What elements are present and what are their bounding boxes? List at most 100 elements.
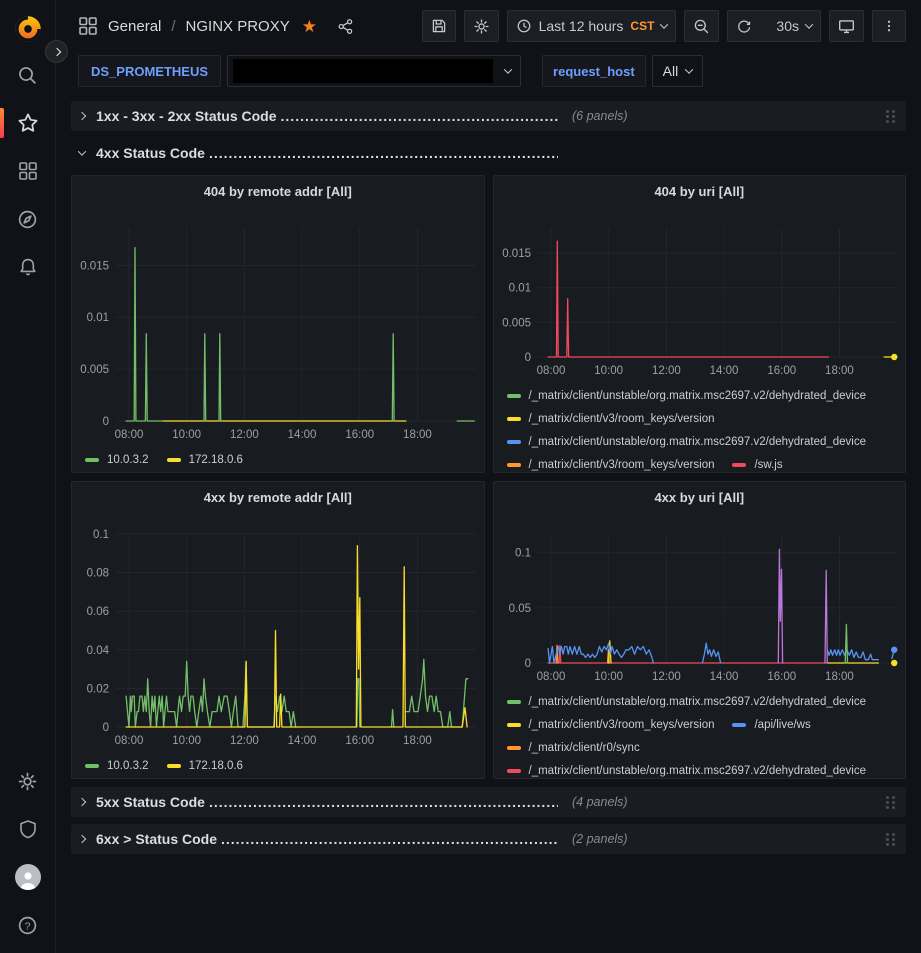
legend-item[interactable]: /_matrix/client/unstable/org.matrix.msc2… — [507, 690, 867, 713]
save-dashboard-button[interactable] — [422, 10, 456, 42]
variable-label-request-host: request_host — [542, 55, 646, 87]
row-panel-count: (6 panels) — [572, 109, 628, 123]
legend-item[interactable]: /_matrix/client/unstable/org.matrix.msc2… — [507, 759, 867, 779]
svg-text:08:00: 08:00 — [115, 735, 144, 747]
row-drag-handle[interactable] — [884, 108, 898, 125]
favorite-star-icon[interactable]: ★ — [302, 18, 317, 35]
legend-color-swatch — [732, 463, 746, 467]
legend-item[interactable]: 10.0.3.2 — [85, 754, 149, 777]
sidebar-item-starred[interactable] — [4, 99, 52, 147]
legend-item[interactable]: 10.0.3.2 — [85, 448, 149, 471]
svg-text:0: 0 — [103, 416, 109, 428]
svg-text:0.1: 0.1 — [515, 548, 531, 560]
row-5xx-status-code[interactable]: 5xx Status Code ........................… — [71, 787, 906, 817]
row-drag-handle[interactable] — [884, 794, 898, 811]
sidebar-item-configuration[interactable] — [4, 757, 52, 805]
refresh-icon — [736, 18, 752, 34]
variable-value-text: All — [663, 63, 679, 79]
row-panel-count: (2 panels) — [572, 832, 628, 846]
svg-text:0.02: 0.02 — [87, 683, 109, 695]
sidebar-expand-button[interactable] — [45, 40, 68, 63]
sidebar-item-dashboards[interactable] — [4, 147, 52, 195]
zoom-out-time-button[interactable] — [684, 10, 719, 42]
legend-item[interactable]: /sw.js — [732, 453, 782, 473]
row-4xx-status-code[interactable]: 4xx Status Code ........................… — [71, 138, 906, 168]
dashboard-settings-button[interactable] — [464, 10, 499, 42]
panel-404-by-uri: 404 by uri [All] 08:0010:0012:0014:0016:… — [493, 175, 907, 473]
svg-text:0: 0 — [524, 352, 530, 364]
share-button[interactable] — [337, 18, 354, 35]
dashboard-toolbar: Last 12 hours CST 30s — [422, 10, 906, 42]
panel-grid-row-1: 404 by remote addr [All] 08:0010:0012:00… — [71, 175, 906, 473]
legend-label: /_matrix/client/v3/room_keys/version — [529, 413, 715, 425]
row-leader-dots: ........................................… — [281, 108, 558, 124]
breadcrumb-dashboard-title[interactable]: NGINX PROXY — [186, 18, 290, 35]
grafana-logo-icon — [11, 12, 45, 46]
panel-title[interactable]: 4xx by uri [All] — [494, 482, 906, 512]
breadcrumb-folder[interactable]: General — [108, 18, 161, 35]
timeseries-chart[interactable]: 08:0010:0012:0014:0016:0018:0000.0050.01… — [72, 206, 484, 446]
legend-label: 172.18.0.6 — [189, 454, 243, 466]
refresh-interval-label: 30s — [776, 18, 799, 34]
dashboard-body: 1xx - 3xx - 2xx Status Code ............… — [57, 96, 921, 854]
svg-text:14:00: 14:00 — [288, 429, 317, 441]
legend-item[interactable]: /api/live/ws — [732, 713, 810, 736]
legend-label: /_matrix/client/v3/room_keys/version — [529, 719, 715, 731]
row-title-wrap: 1xx - 3xx - 2xx Status Code ............… — [96, 108, 558, 124]
more-options-button[interactable] — [872, 10, 906, 42]
row-drag-handle[interactable] — [884, 831, 898, 848]
panel-title[interactable]: 4xx by remote addr [All] — [72, 482, 484, 512]
timeseries-chart[interactable]: 08:0010:0012:0014:0016:0018:0000.020.040… — [72, 512, 484, 752]
row-title: 6xx > Status Code — [96, 831, 217, 847]
legend-color-swatch — [507, 700, 521, 704]
zoom-out-icon — [693, 18, 710, 35]
time-range-picker[interactable]: Last 12 hours CST — [507, 10, 677, 42]
svg-text:10:00: 10:00 — [172, 429, 201, 441]
row-title: 5xx Status Code — [96, 794, 205, 810]
variable-value-ds-prometheus[interactable] — [227, 55, 521, 87]
sidebar-item-help[interactable]: ? — [4, 901, 52, 949]
time-range-label: Last 12 hours — [539, 18, 624, 34]
sidebar-item-server-admin[interactable] — [4, 805, 52, 853]
legend-item[interactable]: /_matrix/client/unstable/org.matrix.msc2… — [507, 384, 867, 407]
sidebar-item-search[interactable] — [4, 51, 52, 99]
legend-color-swatch — [85, 764, 99, 768]
avatar — [15, 864, 41, 890]
legend-item[interactable]: /_matrix/client/v3/room_keys/version — [507, 713, 715, 736]
legend-item[interactable]: /_matrix/client/v3/room_keys/version — [507, 407, 715, 430]
timezone-label: CST — [630, 19, 654, 33]
panel-404-by-remote-addr: 404 by remote addr [All] 08:0010:0012:00… — [71, 175, 485, 473]
svg-text:16:00: 16:00 — [767, 365, 796, 377]
refresh-picker[interactable]: 30s — [727, 10, 821, 42]
legend-item[interactable]: /_matrix/client/r0/sync — [507, 736, 640, 759]
panel-title[interactable]: 404 by remote addr [All] — [72, 176, 484, 206]
help-icon: ? — [17, 915, 38, 936]
sidebar-item-profile[interactable] — [4, 853, 52, 901]
row-1xx-3xx-2xx-status-code[interactable]: 1xx - 3xx - 2xx Status Code ............… — [71, 101, 906, 131]
svg-text:14:00: 14:00 — [709, 671, 738, 683]
chevron-down-icon — [685, 65, 693, 73]
legend-item[interactable]: /_matrix/client/unstable/org.matrix.msc2… — [507, 430, 867, 453]
legend-color-swatch — [507, 769, 521, 773]
chart-legend: /_matrix/client/unstable/org.matrix.msc2… — [494, 689, 906, 779]
timeseries-chart[interactable]: 08:0010:0012:0014:0016:0018:0000.050.1 — [494, 512, 906, 689]
grafana-logo[interactable] — [4, 7, 52, 51]
variable-value-request-host[interactable]: All — [652, 55, 704, 87]
sidebar-item-alerting[interactable] — [4, 243, 52, 291]
timeseries-chart[interactable]: 08:0010:0012:0014:0016:0018:0000.0050.01… — [494, 206, 906, 383]
sidebar-item-explore[interactable] — [4, 195, 52, 243]
star-icon — [17, 112, 39, 134]
svg-text:0.06: 0.06 — [87, 606, 109, 618]
svg-text:08:00: 08:00 — [536, 671, 565, 683]
legend-label: /_matrix/client/unstable/org.matrix.msc2… — [529, 696, 867, 708]
svg-text:0.05: 0.05 — [508, 603, 530, 615]
legend-item[interactable]: 172.18.0.6 — [167, 448, 243, 471]
breadcrumb: General / NGINX PROXY ★ — [78, 16, 354, 36]
legend-item[interactable]: 172.18.0.6 — [167, 754, 243, 777]
legend-item[interactable]: /_matrix/client/v3/room_keys/version — [507, 453, 715, 473]
svg-text:0.005: 0.005 — [502, 317, 531, 329]
cycle-view-mode-button[interactable] — [829, 10, 864, 42]
panel-title[interactable]: 404 by uri [All] — [494, 176, 906, 206]
shield-icon — [18, 819, 38, 839]
row-6xx-status-code[interactable]: 6xx > Status Code ......................… — [71, 824, 906, 854]
